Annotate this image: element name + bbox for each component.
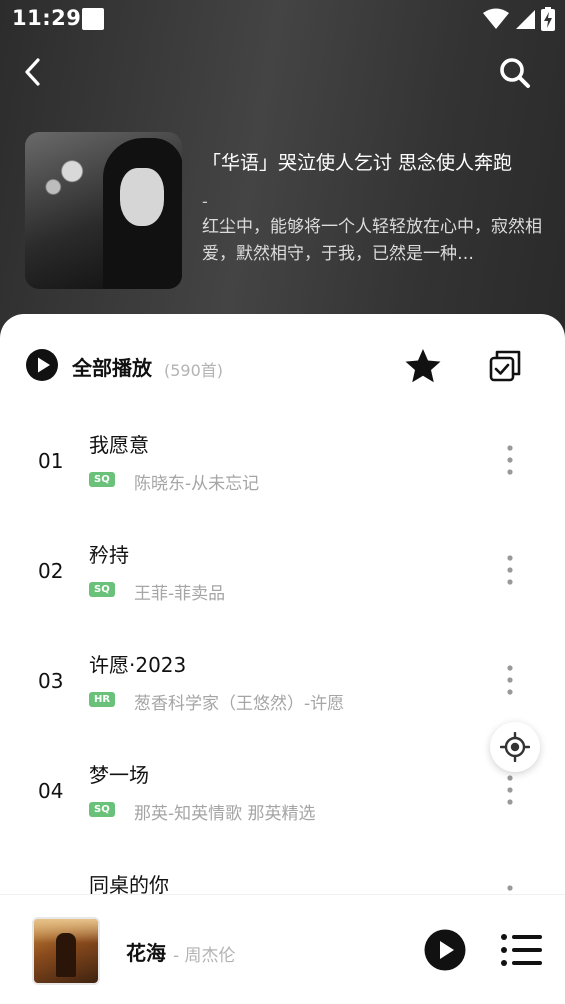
song-artist-album: 葱香科学家（王悠然）-许愿 <box>134 694 345 714</box>
playlist-icon[interactable] <box>500 933 544 967</box>
play-icon[interactable] <box>424 929 466 971</box>
song-title: 许愿·2023 <box>89 653 187 677</box>
playlist-title: 「华语」哭泣使人乞讨 思念使人奔跑 <box>202 152 513 174</box>
song-index: 04 <box>38 779 64 803</box>
song-row[interactable]: 02 矜持 SQ 王菲-菲卖品 <box>0 515 565 625</box>
status-icons <box>483 7 555 31</box>
song-list: 01 我愿意 SQ 陈晓东-从未忘记 02 矜持 SQ 王菲-菲卖品 03 许愿… <box>0 405 565 895</box>
quality-badge: SQ <box>89 802 115 817</box>
song-title: 矜持 <box>89 543 129 567</box>
star-icon[interactable] <box>404 347 442 385</box>
song-row[interactable]: 03 许愿·2023 HR 葱香科学家（王悠然）-许愿 <box>0 625 565 735</box>
song-index: 01 <box>38 449 64 473</box>
signal-icon <box>516 10 535 29</box>
locate-icon <box>500 732 530 762</box>
song-artist-album: 陈晓东-从未忘记 <box>134 474 260 494</box>
more-vertical-icon[interactable] <box>500 443 520 477</box>
quality-badge: SQ <box>89 472 115 487</box>
more-vertical-icon[interactable] <box>500 663 520 697</box>
multi-select-icon[interactable] <box>488 349 522 383</box>
search-icon[interactable] <box>498 56 532 90</box>
song-title: 梦一场 <box>89 763 149 787</box>
song-artist-album: 那英-知英情歌 那英精选 <box>134 804 316 824</box>
now-playing-artwork[interactable] <box>32 917 100 985</box>
playlist-cover[interactable] <box>25 132 182 289</box>
song-count: (590首) <box>164 361 224 380</box>
quality-badge: SQ <box>89 582 115 597</box>
song-index: 02 <box>38 559 64 583</box>
more-vertical-icon[interactable] <box>500 553 520 587</box>
more-vertical-icon[interactable] <box>500 773 520 807</box>
artwork-figure <box>56 933 76 977</box>
wifi-icon <box>483 8 509 29</box>
status-bar: 11:29 <box>0 0 565 38</box>
now-playing-title: 花海 <box>126 941 166 965</box>
back-icon[interactable] <box>18 56 50 88</box>
now-playing-artist: - 周杰伦 <box>173 946 236 966</box>
battery-icon <box>541 7 555 31</box>
song-title: 同桌的你 <box>89 873 169 895</box>
song-row[interactable]: 01 我愿意 SQ 陈晓东-从未忘记 <box>0 405 565 515</box>
playlist-description[interactable]: 红尘中，能够将一个人轻轻放在心中，寂然相爱，默然相守，于我，已然是一种… <box>202 214 547 268</box>
play-all-icon[interactable] <box>25 348 59 382</box>
mini-player[interactable]: 花海 - 周杰伦 <box>0 894 565 1004</box>
playlist-dash: - <box>202 192 208 211</box>
song-row[interactable]: 04 梦一场 SQ 那英-知英情歌 那英精选 <box>0 735 565 845</box>
locate-button[interactable] <box>490 722 540 772</box>
song-artist-album: 王菲-菲卖品 <box>134 584 226 604</box>
play-all-button[interactable]: 全部播放 <box>72 352 152 381</box>
status-time: 11:29 <box>12 6 82 30</box>
quality-badge: HR <box>89 692 116 707</box>
song-row[interactable]: 同桌的你 <box>0 845 565 895</box>
song-index: 03 <box>38 669 64 693</box>
notification-icon <box>82 8 104 30</box>
cover-face <box>120 168 164 226</box>
song-title: 我愿意 <box>89 433 149 457</box>
